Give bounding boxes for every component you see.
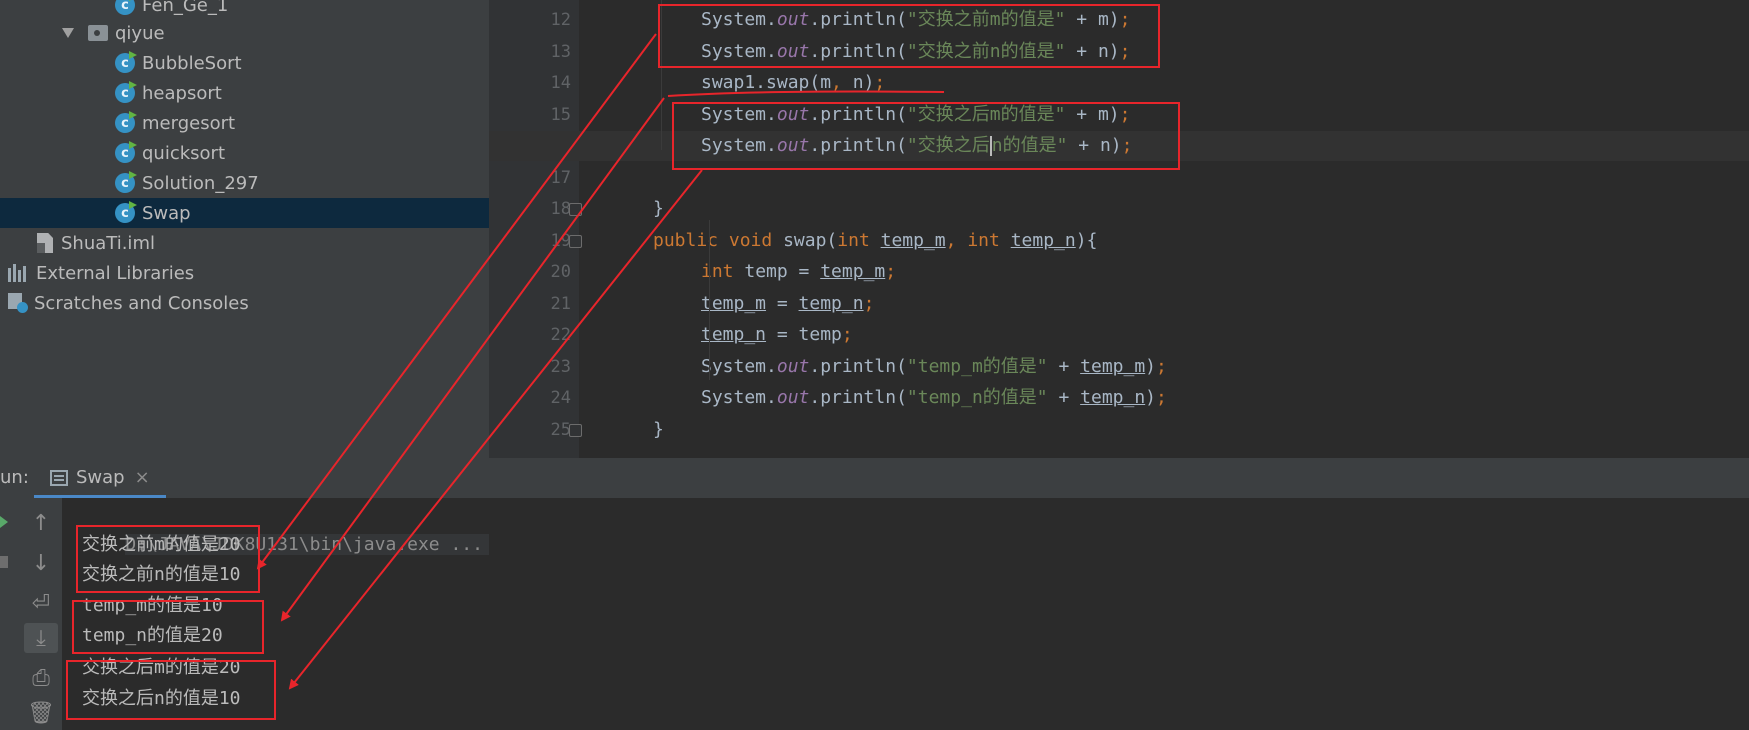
close-icon[interactable]: ×	[135, 467, 150, 488]
code-line[interactable]: System.out.println("temp_n的值是" + temp_n)…	[489, 383, 1749, 413]
console-output-line: 交换之后n的值是10	[82, 688, 241, 709]
scratches-icon	[8, 293, 28, 313]
package-folder-icon	[88, 25, 108, 41]
code-text: System.out.println("交换之后 n的值是" + n);	[701, 135, 1133, 156]
console-command-line: D:\JAVA\JDK8U131\bin\java.exe ...	[82, 500, 489, 555]
tree-item-label: quicksort	[142, 142, 226, 164]
print-icon[interactable]: ⎙	[24, 663, 58, 693]
run-tab-swap[interactable]: Swap ×	[34, 460, 166, 498]
scroll-down-arrow-icon[interactable]: ↓	[24, 548, 58, 578]
tree-item-label: ShuaTi.iml	[61, 232, 155, 254]
run-label: un:	[0, 467, 29, 488]
tree-item-solution-297[interactable]: c Solution_297	[0, 168, 489, 198]
text-caret	[989, 136, 992, 156]
code-line[interactable]: }	[489, 194, 1749, 224]
code-text: System.out.println("交换之前n的值是" + n);	[701, 40, 1131, 62]
tree-item-label: mergesort	[142, 112, 236, 134]
code-text: temp_m = temp_n;	[701, 292, 875, 314]
code-line[interactable]: int temp = temp_m;	[489, 257, 1749, 287]
console-output-line: temp_n的值是20	[82, 625, 223, 646]
code-line[interactable]: temp_m = temp_n;	[489, 289, 1749, 319]
tree-item-quicksort[interactable]: c quicksort	[0, 138, 489, 168]
tree-item-label: Fen_Ge_1	[142, 0, 229, 16]
expand-arrow-icon[interactable]	[62, 28, 74, 38]
code-text: int temp = temp_m;	[701, 261, 897, 282]
tree-item-label: heapsort	[142, 82, 222, 104]
code-text: public void swap(int temp_m, int temp_n)…	[653, 229, 1098, 251]
java-class-icon: c	[115, 83, 135, 103]
code-line[interactable]: }	[489, 415, 1749, 445]
console-output-line: 交换之前m的值是20	[82, 534, 241, 555]
project-tree: c Fen_Ge_1 qiyue c BubbleSort c heapsort…	[0, 0, 489, 458]
indent-guide	[661, 0, 662, 150]
tree-item-label: Scratches and Consoles	[34, 292, 249, 314]
tree-item-qiyue[interactable]: qiyue	[0, 18, 489, 48]
code-line[interactable]: public void swap(int temp_m, int temp_n)…	[489, 226, 1749, 256]
module-file-icon	[37, 233, 53, 253]
tree-item-label: Swap	[142, 202, 191, 224]
code-text: System.out.println("temp_n的值是" + temp_n)…	[701, 387, 1167, 408]
run-toolbar: ↑ ↓ ⏎ ⤓ ⎙ 🗑	[0, 498, 62, 730]
code-text: System.out.println("交换之后m的值是" + m);	[701, 103, 1131, 125]
code-line[interactable]	[489, 163, 1749, 193]
run-tab-label: Swap	[76, 467, 125, 488]
code-text: }	[653, 198, 664, 219]
tree-item-shuati-iml[interactable]: ShuaTi.iml	[0, 228, 489, 258]
java-class-icon: c	[115, 143, 135, 163]
code-line[interactable]: System.out.println("交换之后 n的值是" + n);	[489, 131, 1749, 161]
tree-item-mergesort[interactable]: c mergesort	[0, 108, 489, 138]
console-output-line: 交换之后m的值是20	[82, 657, 241, 678]
run-panel-header: un: Swap ×	[0, 458, 1749, 498]
tree-item-label: Solution_297	[142, 172, 259, 194]
code-text: swap1.swap(m, n);	[701, 72, 886, 93]
libraries-icon	[8, 264, 28, 282]
soft-wrap-icon[interactable]: ⏎	[24, 588, 58, 618]
code-text: }	[653, 418, 664, 440]
tree-item-label: External Libraries	[36, 262, 195, 284]
code-line[interactable]: temp_n = temp;	[489, 320, 1749, 350]
console-icon	[50, 469, 68, 486]
tree-item-label: BubbleSort	[142, 52, 242, 74]
trash-icon[interactable]: 🗑	[24, 698, 58, 728]
tree-item-scratches[interactable]: Scratches and Consoles	[0, 288, 489, 318]
code-text: System.out.println("temp_m的值是" + temp_m)…	[701, 355, 1167, 377]
code-line[interactable]: System.out.println("交换之前m的值是" + m);	[489, 5, 1749, 35]
java-class-icon: c	[115, 53, 135, 73]
java-class-icon: c	[115, 173, 135, 193]
scroll-to-end-icon[interactable]: ⤓	[24, 623, 58, 653]
code-line[interactable]: swap1.swap(m, n);	[489, 68, 1749, 98]
console-output[interactable]: D:\JAVA\JDK8U131\bin\java.exe ... 交换之前m的…	[62, 498, 1749, 730]
tree-item-heapsort[interactable]: c heapsort	[0, 78, 489, 108]
code-line[interactable]: System.out.println("temp_m的值是" + temp_m)…	[489, 352, 1749, 382]
code-editor[interactable]: 1213141516171819202122232425 System.out.…	[489, 0, 1749, 458]
tree-item-swap[interactable]: c Swap	[0, 198, 489, 228]
java-class-icon: c	[115, 203, 135, 223]
stop-icon[interactable]	[0, 556, 8, 568]
code-text: System.out.println("交换之前m的值是" + m);	[701, 9, 1131, 30]
indent-guide	[709, 220, 710, 380]
console-output-line: 交换之前n的值是10	[82, 564, 241, 585]
tree-item-label: qiyue	[115, 22, 165, 44]
scroll-up-arrow-icon[interactable]: ↑	[24, 508, 58, 538]
java-class-icon: c	[115, 113, 135, 133]
tree-item-bubblesort[interactable]: c BubbleSort	[0, 48, 489, 78]
java-class-icon: c	[115, 0, 135, 15]
code-line[interactable]: System.out.println("交换之后m的值是" + m);	[489, 100, 1749, 130]
console-output-line: temp_m的值是10	[82, 595, 223, 616]
rerun-icon[interactable]	[0, 516, 8, 528]
tree-item-external-libraries[interactable]: External Libraries	[0, 258, 489, 288]
code-line[interactable]: System.out.println("交换之前n的值是" + n);	[489, 37, 1749, 67]
tree-item-fen-ge-1[interactable]: c Fen_Ge_1	[0, 0, 489, 20]
code-text: temp_n = temp;	[701, 324, 853, 345]
